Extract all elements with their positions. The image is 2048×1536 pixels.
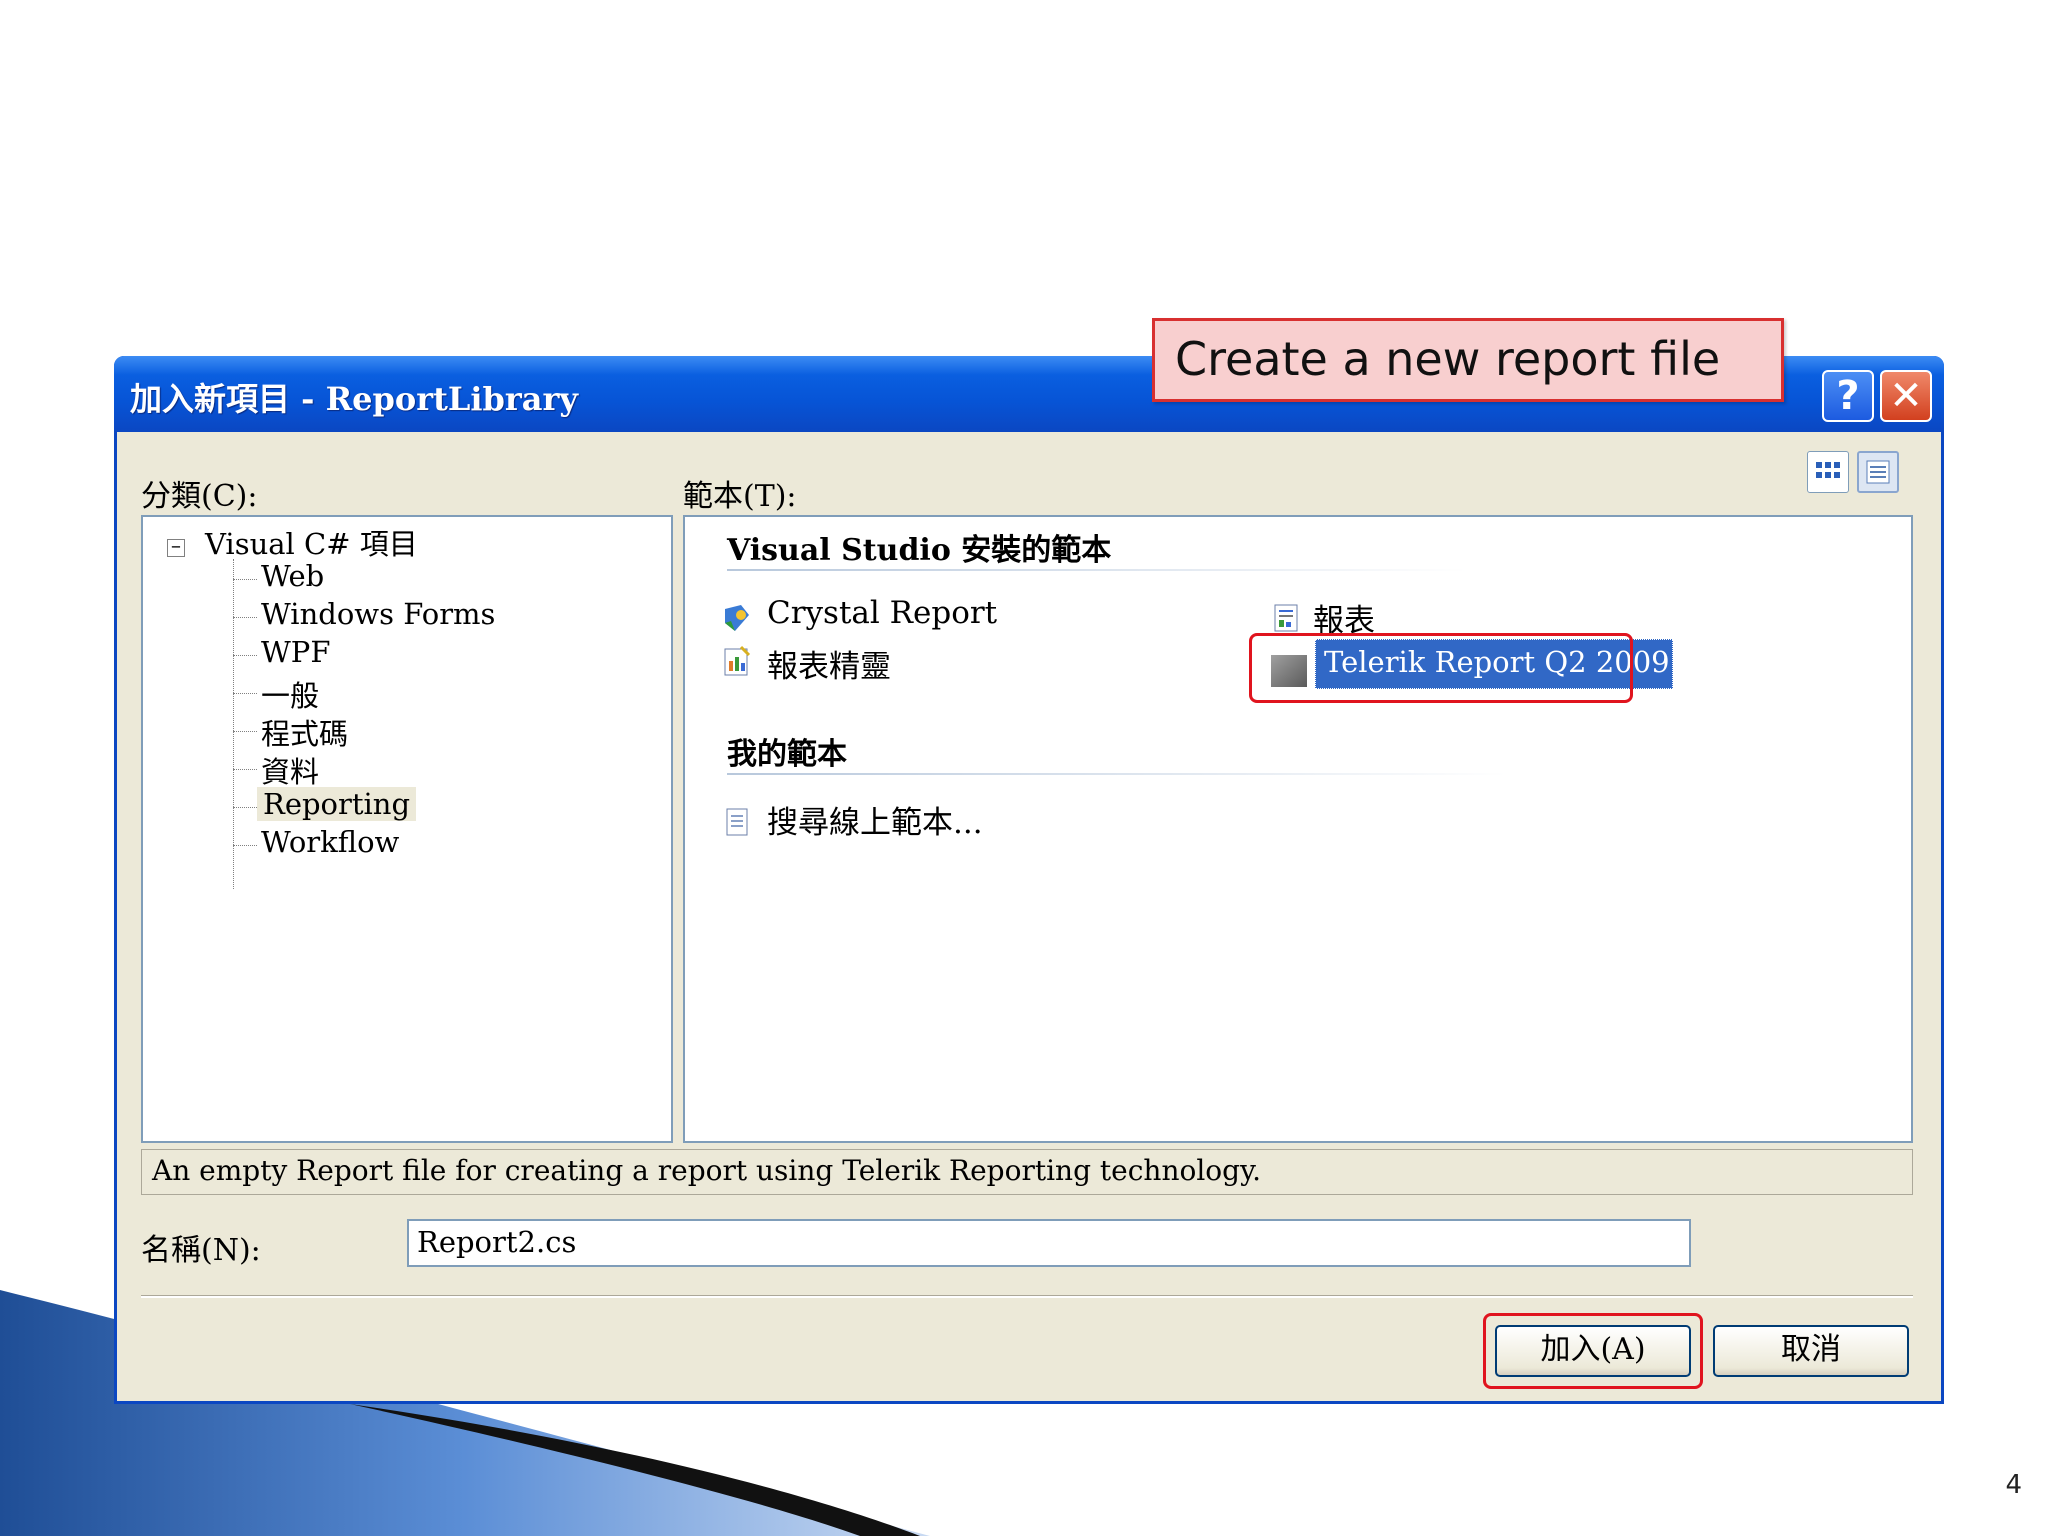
- help-icon: ?: [1836, 373, 1860, 419]
- list-view-icon: [1866, 460, 1890, 484]
- tree-item-workflow[interactable]: Workflow: [261, 825, 399, 859]
- template-report-wizard[interactable]: 報表精靈: [767, 641, 891, 686]
- separator: [141, 1295, 1913, 1298]
- templates-label: 範本(T):: [683, 479, 797, 514]
- small-icons-view-button[interactable]: [1857, 451, 1899, 493]
- my-templates-header: 我的範本: [727, 737, 847, 772]
- close-button[interactable]: ✕: [1880, 370, 1932, 422]
- installed-templates-header: Visual Studio 安裝的範本: [727, 533, 1112, 568]
- search-online-templates-icon: [726, 808, 748, 836]
- report-wizard-icon: [724, 645, 751, 676]
- telerik-highlight-box: [1249, 633, 1633, 703]
- dialog-title: 加入新項目 - ReportLibrary: [130, 380, 578, 418]
- tree-item-web[interactable]: Web: [261, 559, 324, 593]
- categories-tree[interactable]: − Visual C# 項目 Web Windows Forms WPF 一般 …: [141, 515, 673, 1143]
- tree-item-reporting[interactable]: Reporting: [257, 787, 417, 821]
- add-highlight-box: [1483, 1313, 1703, 1389]
- crystal-report-icon: [725, 605, 749, 631]
- categories-label: 分類(C):: [141, 479, 258, 514]
- close-icon: ✕: [1889, 373, 1923, 419]
- name-input[interactable]: Report2.cs: [407, 1219, 1691, 1267]
- templates-list[interactable]: Visual Studio 安裝的範本 Crystal Report 報表精靈 …: [683, 515, 1913, 1143]
- tree-item-visual-csharp[interactable]: Visual C# 項目: [205, 521, 418, 563]
- large-icons-view-button[interactable]: [1807, 451, 1849, 493]
- template-crystal-report[interactable]: Crystal Report: [767, 595, 997, 631]
- large-icons-icon: [1816, 462, 1840, 478]
- tree-item-data[interactable]: 資料: [261, 749, 319, 791]
- tree-item-windows-forms[interactable]: Windows Forms: [261, 597, 495, 631]
- collapse-icon[interactable]: −: [167, 539, 185, 557]
- slide-number: 4: [2005, 1470, 2022, 1500]
- add-new-item-dialog: 加入新項目 - ReportLibrary ? ✕ 分類(C): 範本(T): …: [114, 356, 1944, 1404]
- tree-item-general[interactable]: 一般: [261, 673, 319, 715]
- callout-note: Create a new report file: [1152, 318, 1784, 402]
- template-search-online[interactable]: 搜尋線上範本...: [767, 797, 983, 842]
- tree-item-code[interactable]: 程式碼: [261, 711, 348, 753]
- help-button[interactable]: ?: [1822, 370, 1874, 422]
- template-description: An empty Report file for creating a repo…: [141, 1149, 1913, 1195]
- report-icon: [1274, 604, 1298, 632]
- name-label: 名稱(N):: [141, 1233, 261, 1268]
- tree-item-wpf[interactable]: WPF: [261, 635, 330, 669]
- cancel-button[interactable]: 取消: [1713, 1325, 1909, 1377]
